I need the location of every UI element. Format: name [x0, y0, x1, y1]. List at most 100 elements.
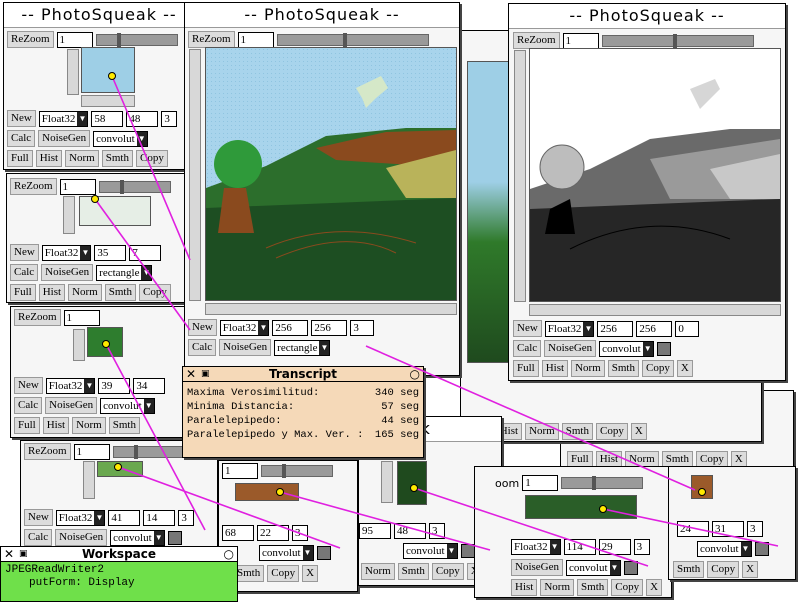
width-field[interactable]: 256: [272, 319, 309, 336]
width-field[interactable]: 24: [677, 521, 709, 537]
norm-button[interactable]: Norm: [571, 360, 605, 377]
noisegen-button[interactable]: NoiseGen: [45, 397, 98, 414]
rezoom-button[interactable]: ReZoom: [24, 443, 71, 460]
horizontal-scrollbar[interactable]: [529, 304, 781, 316]
color-swatch[interactable]: [460, 544, 475, 558]
depth-field[interactable]: 3: [161, 110, 178, 127]
operation-select[interactable]: convolut ▼: [566, 559, 621, 576]
type-select[interactable]: Float32 ▼: [55, 509, 106, 526]
workspace-titlebar[interactable]: ✕ ▣ Workspace ○: [1, 547, 237, 562]
copy-button[interactable]: Copy: [135, 150, 168, 167]
operation-select[interactable]: rectangle ▼: [96, 264, 153, 281]
smth-button[interactable]: Smth: [673, 561, 705, 578]
close-button[interactable]: X: [742, 561, 759, 578]
height-field[interactable]: 29: [598, 539, 631, 555]
operation-select[interactable]: convolut ▼: [110, 529, 165, 546]
height-field[interactable]: 31: [712, 521, 744, 537]
calc-button[interactable]: Calc: [24, 529, 53, 546]
norm-button[interactable]: Norm: [361, 563, 395, 580]
calc-button[interactable]: Calc: [513, 340, 542, 357]
new-button[interactable]: New: [10, 244, 39, 261]
width-field[interactable]: 35: [94, 244, 127, 261]
new-button[interactable]: New: [24, 509, 53, 526]
smth-button[interactable]: Smth: [577, 579, 609, 596]
operation-select[interactable]: convolut ▼: [100, 397, 155, 414]
depth-field[interactable]: 0: [675, 320, 700, 337]
copy-button[interactable]: Copy: [138, 284, 171, 301]
hist-button[interactable]: Hist: [541, 360, 569, 377]
hist-button[interactable]: Hist: [35, 150, 63, 167]
depth-field[interactable]: 3: [292, 525, 308, 541]
zoom-field[interactable]: 1: [222, 463, 258, 479]
type-select[interactable]: Float32 ▼: [511, 539, 561, 555]
width-field[interactable]: 256: [597, 320, 634, 337]
vertical-scrollbar[interactable]: [189, 49, 201, 301]
type-select[interactable]: Float32 ▼: [41, 244, 92, 261]
smth-button[interactable]: Smth: [607, 360, 639, 377]
calc-button[interactable]: Calc: [188, 339, 217, 356]
new-button[interactable]: New: [14, 377, 43, 394]
menu-icon[interactable]: ▣: [201, 367, 210, 381]
zoom-slider[interactable]: [98, 179, 171, 194]
full-button[interactable]: Full: [513, 360, 539, 377]
type-select[interactable]: Float32 ▼: [219, 319, 270, 336]
width-field[interactable]: 39: [98, 377, 131, 394]
noisegen-button[interactable]: NoiseGen: [544, 340, 597, 357]
zoom-field[interactable]: 1: [56, 31, 93, 48]
workspace-body[interactable]: JPEGReadWriter2 putForm: Display: [1, 562, 237, 592]
smth-button[interactable]: Smth: [104, 284, 136, 301]
vertical-scrollbar[interactable]: [67, 49, 79, 95]
copy-button[interactable]: Copy: [431, 563, 464, 580]
noisegen-button[interactable]: NoiseGen: [38, 130, 91, 147]
zoom-slider[interactable]: [601, 33, 754, 48]
norm-button[interactable]: Norm: [72, 417, 106, 434]
vertical-scrollbar[interactable]: [63, 196, 75, 234]
type-select[interactable]: Float32 ▼: [45, 377, 96, 394]
zoom-field[interactable]: 1: [237, 31, 274, 48]
noisegen-button[interactable]: NoiseGen: [219, 339, 272, 356]
depth-field[interactable]: 3: [747, 521, 763, 537]
zoom-field[interactable]: 1: [522, 475, 559, 491]
type-select[interactable]: Float32 ▼: [38, 110, 89, 127]
vertical-scrollbar[interactable]: [83, 461, 95, 499]
norm-button[interactable]: Norm: [68, 284, 102, 301]
close-button[interactable]: X: [646, 579, 663, 596]
type-select[interactable]: Float32 ▼: [544, 320, 595, 337]
color-swatch[interactable]: [623, 560, 638, 575]
copy-button[interactable]: Copy: [707, 561, 740, 578]
width-field[interactable]: 58: [91, 110, 124, 127]
depth-field[interactable]: 3: [633, 539, 650, 555]
depth-field[interactable]: 3: [429, 523, 445, 539]
zoom-field[interactable]: 1: [63, 309, 100, 326]
hist-button[interactable]: Hist: [42, 417, 70, 434]
copy-button[interactable]: Copy: [267, 565, 300, 582]
depth-field[interactable]: 3: [178, 509, 195, 526]
width-field[interactable]: 68: [222, 525, 254, 541]
noisegen-button[interactable]: NoiseGen: [511, 559, 563, 576]
full-button[interactable]: Full: [10, 284, 36, 301]
vertical-scrollbar[interactable]: [381, 461, 393, 503]
rezoom-button[interactable]: ReZoom: [10, 178, 57, 195]
noisegen-button[interactable]: NoiseGen: [41, 264, 94, 281]
horizontal-scrollbar[interactable]: [81, 95, 135, 107]
zoom-slider[interactable]: [561, 476, 644, 490]
color-swatch[interactable]: [656, 341, 671, 356]
transcript-body[interactable]: Maxima Verosimilitud: 340 seg Minima Dist…: [183, 382, 423, 446]
vertical-scrollbar[interactable]: [514, 50, 526, 302]
close-button[interactable]: X: [630, 423, 647, 440]
height-field[interactable]: 48: [126, 110, 159, 127]
depth-field[interactable]: 3: [350, 319, 375, 336]
rezoom-button[interactable]: ReZoom: [188, 31, 235, 48]
height-field[interactable]: 34: [133, 377, 166, 394]
norm-button[interactable]: Norm: [65, 150, 99, 167]
new-button[interactable]: New: [513, 320, 542, 337]
vertical-scrollbar[interactable]: [73, 329, 85, 361]
close-button[interactable]: X: [302, 565, 319, 582]
new-button[interactable]: New: [188, 319, 217, 336]
rezoom-button[interactable]: ReZoom: [7, 31, 54, 48]
rezoom-button[interactable]: ReZoom: [513, 32, 560, 49]
new-button[interactable]: New: [7, 110, 36, 127]
zoom-slider[interactable]: [95, 32, 178, 47]
smth-button[interactable]: Smth: [101, 150, 133, 167]
copy-button[interactable]: Copy: [595, 423, 628, 440]
